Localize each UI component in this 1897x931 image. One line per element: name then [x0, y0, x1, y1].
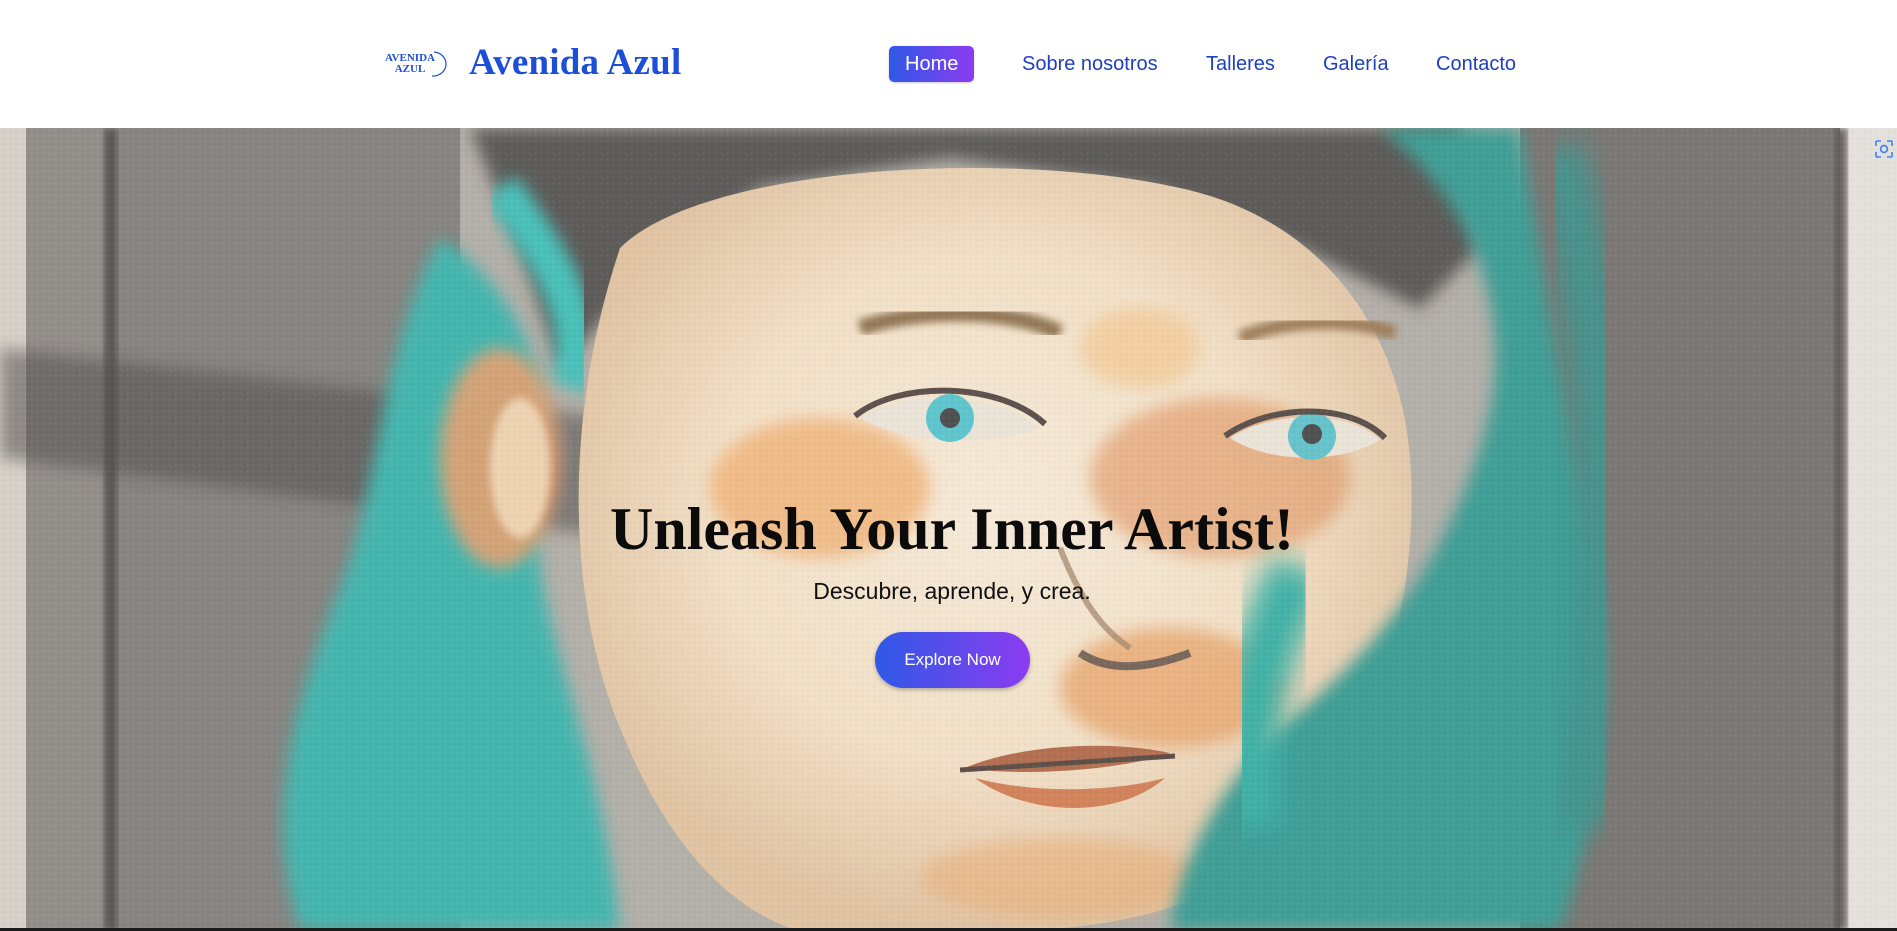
- explore-now-button[interactable]: Explore Now: [875, 632, 1030, 688]
- hero-subtitle: Descubre, aprende, y crea.: [813, 578, 1091, 604]
- main-nav: Home Sobre nosotros Talleres Galería Con…: [0, 46, 1897, 84]
- nav-home[interactable]: Home: [889, 46, 975, 82]
- nav-talleres[interactable]: Talleres: [1206, 46, 1275, 82]
- hero-section: Unleash Your Inner Artist! Descubre, apr…: [0, 128, 1897, 931]
- visual-search-icon[interactable]: [1874, 139, 1894, 159]
- nav-contacto[interactable]: Contacto: [1436, 46, 1516, 82]
- site-header: AVENIDA AZUL Avenida Azul Home Sobre nos…: [0, 0, 1897, 128]
- hero-title: Unleash Your Inner Artist!: [610, 496, 1294, 562]
- nav-galeria[interactable]: Galería: [1323, 46, 1389, 82]
- nav-sobre-nosotros[interactable]: Sobre nosotros: [1022, 46, 1158, 82]
